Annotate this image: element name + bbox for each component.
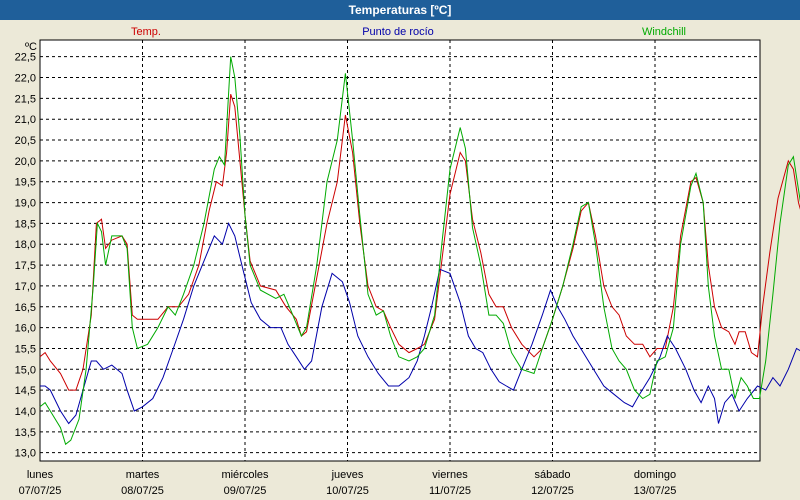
x-tick-day: domingo	[634, 469, 676, 481]
y-tick-label: 17,0	[15, 281, 36, 293]
y-tick-label: 15,5	[15, 343, 36, 355]
legend-item: Windchill	[642, 26, 686, 38]
x-tick-day: jueves	[331, 469, 364, 481]
legend-item: Temp.	[131, 26, 161, 38]
y-tick-label: 17,5	[15, 260, 36, 272]
plot-area	[39, 39, 761, 462]
x-tick-day: lunes	[27, 469, 54, 481]
y-tick-label: 18,0	[15, 239, 36, 251]
x-tick-day: viernes	[432, 469, 468, 481]
x-tick-date: 10/07/25	[326, 485, 369, 497]
x-tick-date: 11/07/25	[429, 485, 471, 497]
y-tick-label: 16,5	[15, 302, 36, 314]
x-tick-date: 08/07/25	[121, 485, 164, 497]
y-tick-label: 20,0	[15, 156, 36, 168]
x-tick-date: 07/07/25	[19, 485, 62, 497]
y-tick-label: 14,0	[15, 406, 36, 418]
temperature-chart: 13,0 13,5 14,0 14,5 15,0 15,5 16,0 16,5 17,0 17,5…	[0, 20, 800, 500]
y-tick-label: 13,0	[15, 448, 36, 460]
x-tick-date: 09/07/25	[224, 485, 267, 497]
y-tick-label: 16,0	[15, 323, 36, 335]
y-tick-label: 14,5	[15, 385, 36, 397]
y-tick-label: 21,0	[15, 114, 36, 126]
y-axis-unit-label: ºC	[25, 41, 37, 53]
y-tick-label: 15,0	[15, 364, 36, 376]
x-tick-date: 12/07/25	[531, 485, 574, 497]
y-tick-label: 18,5	[15, 218, 36, 230]
chart-title: Temperaturas [ºC]	[0, 0, 800, 20]
y-tick-label: 20,5	[15, 135, 36, 147]
x-tick-day: sábado	[534, 469, 570, 481]
x-tick-day: miércoles	[221, 469, 269, 481]
x-tick-day: martes	[126, 469, 160, 481]
y-tick-label: 19,5	[15, 177, 36, 189]
legend-item: Punto de rocío	[362, 26, 434, 38]
y-tick-label: 19,0	[15, 198, 36, 210]
y-tick-label: 13,5	[15, 427, 36, 439]
x-tick-date: 13/07/25	[634, 485, 677, 497]
y-tick-label: 21,5	[15, 93, 36, 105]
y-tick-label: 22,0	[15, 73, 36, 85]
y-tick-label: 22,5	[15, 52, 36, 64]
